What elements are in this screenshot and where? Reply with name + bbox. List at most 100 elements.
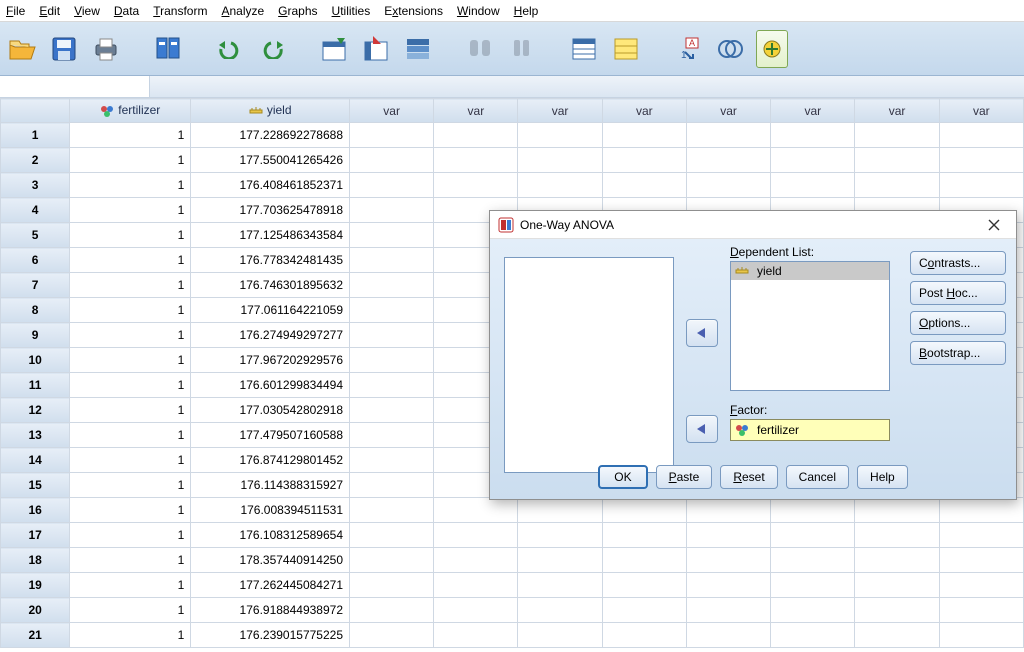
cell-fertilizer[interactable]: 1 [70, 498, 191, 523]
row-header[interactable]: 10 [1, 348, 70, 373]
grid-corner[interactable] [1, 99, 70, 123]
menu-data[interactable]: Data [114, 4, 139, 18]
cell-empty[interactable] [771, 148, 855, 173]
menu-edit[interactable]: Edit [39, 4, 60, 18]
column-fertilizer[interactable]: fertilizer [70, 99, 191, 123]
cell-fertilizer[interactable]: 1 [70, 273, 191, 298]
cell-empty[interactable] [350, 373, 434, 398]
row-header[interactable]: 16 [1, 498, 70, 523]
bootstrap-button[interactable]: Bootstrap... [910, 341, 1006, 365]
cell-empty[interactable] [855, 548, 939, 573]
cell-empty[interactable] [350, 248, 434, 273]
undo-icon[interactable] [214, 30, 246, 68]
cell-empty[interactable] [686, 598, 770, 623]
cell-empty[interactable] [350, 348, 434, 373]
open-icon[interactable] [6, 30, 38, 68]
column-yield[interactable]: yield [191, 99, 350, 123]
cell-fertilizer[interactable]: 1 [70, 323, 191, 348]
cell-empty[interactable] [350, 298, 434, 323]
cell-empty[interactable] [855, 523, 939, 548]
cell-empty[interactable] [350, 123, 434, 148]
cell-empty[interactable] [518, 148, 602, 173]
menu-window[interactable]: Window [457, 4, 500, 18]
cell-empty[interactable] [518, 123, 602, 148]
cell-fertilizer[interactable]: 1 [70, 448, 191, 473]
cell-empty[interactable] [434, 623, 518, 648]
menu-analyze[interactable]: Analyze [221, 4, 264, 18]
cell-empty[interactable] [350, 273, 434, 298]
cell-empty[interactable] [434, 548, 518, 573]
cell-empty[interactable] [518, 523, 602, 548]
cell-yield[interactable]: 176.008394511531 [191, 498, 350, 523]
cell-empty[interactable] [518, 173, 602, 198]
row-header[interactable]: 19 [1, 573, 70, 598]
cell-empty[interactable] [855, 173, 939, 198]
close-button[interactable] [980, 214, 1008, 236]
use-sets-icon[interactable] [714, 30, 746, 68]
cell-empty[interactable] [939, 623, 1023, 648]
cell-yield[interactable]: 177.061164221059 [191, 298, 350, 323]
cell-empty[interactable] [350, 148, 434, 173]
cell-empty[interactable] [855, 623, 939, 648]
cell-fertilizer[interactable]: 1 [70, 548, 191, 573]
cell-yield[interactable]: 178.357440914250 [191, 548, 350, 573]
row-header[interactable]: 7 [1, 273, 70, 298]
cell-fertilizer[interactable]: 1 [70, 523, 191, 548]
cell-fertilizer[interactable]: 1 [70, 573, 191, 598]
help-button[interactable]: Help [857, 465, 908, 489]
goto-case-icon[interactable] [318, 30, 350, 68]
row-header[interactable]: 8 [1, 298, 70, 323]
cell-yield[interactable]: 177.703625478918 [191, 198, 350, 223]
move-to-dependent-button[interactable] [686, 319, 718, 347]
cell-empty[interactable] [855, 123, 939, 148]
cell-fertilizer[interactable]: 1 [70, 423, 191, 448]
source-variable-list[interactable] [504, 257, 674, 473]
cell-empty[interactable] [350, 398, 434, 423]
row-header[interactable]: 11 [1, 373, 70, 398]
cell-empty[interactable] [686, 123, 770, 148]
cell-yield[interactable]: 177.228692278688 [191, 123, 350, 148]
cell-empty[interactable] [434, 148, 518, 173]
cell-empty[interactable] [434, 498, 518, 523]
cell-empty[interactable] [350, 223, 434, 248]
column-blank[interactable]: var [855, 99, 939, 123]
cell-yield[interactable]: 177.550041265426 [191, 148, 350, 173]
dependent-item-yield[interactable]: yield [731, 262, 889, 280]
menu-view[interactable]: View [74, 4, 100, 18]
menu-help[interactable]: Help [514, 4, 539, 18]
menu-file[interactable]: File [6, 4, 25, 18]
menu-graphs[interactable]: Graphs [278, 4, 317, 18]
cell-fertilizer[interactable]: 1 [70, 198, 191, 223]
cell-empty[interactable] [350, 473, 434, 498]
column-blank[interactable]: var [771, 99, 855, 123]
cell-empty[interactable] [686, 148, 770, 173]
cell-empty[interactable] [686, 173, 770, 198]
cell-empty[interactable] [434, 173, 518, 198]
row-header[interactable]: 6 [1, 248, 70, 273]
ok-button[interactable]: OK [598, 465, 647, 489]
cell-empty[interactable] [602, 498, 686, 523]
cell-empty[interactable] [350, 448, 434, 473]
cell-fertilizer[interactable]: 1 [70, 348, 191, 373]
cell-empty[interactable] [771, 498, 855, 523]
cell-empty[interactable] [855, 148, 939, 173]
split-file-icon[interactable] [568, 30, 600, 68]
value-labels-icon[interactable]: A1 [672, 30, 704, 68]
row-header[interactable]: 14 [1, 448, 70, 473]
cell-yield[interactable]: 176.874129801452 [191, 448, 350, 473]
column-blank[interactable]: var [434, 99, 518, 123]
cell-empty[interactable] [518, 548, 602, 573]
cell-empty[interactable] [855, 498, 939, 523]
cell-yield[interactable]: 176.239015775225 [191, 623, 350, 648]
cell-empty[interactable] [855, 573, 939, 598]
cell-yield[interactable]: 177.030542802918 [191, 398, 350, 423]
weight-cases-icon[interactable] [610, 30, 642, 68]
cell-empty[interactable] [434, 598, 518, 623]
cell-empty[interactable] [602, 173, 686, 198]
cell-empty[interactable] [518, 573, 602, 598]
factor-field[interactable]: fertilizer [730, 419, 890, 441]
row-header[interactable]: 4 [1, 198, 70, 223]
row-header[interactable]: 9 [1, 323, 70, 348]
contrasts-button[interactable]: Contrasts... [910, 251, 1006, 275]
cell-empty[interactable] [939, 148, 1023, 173]
